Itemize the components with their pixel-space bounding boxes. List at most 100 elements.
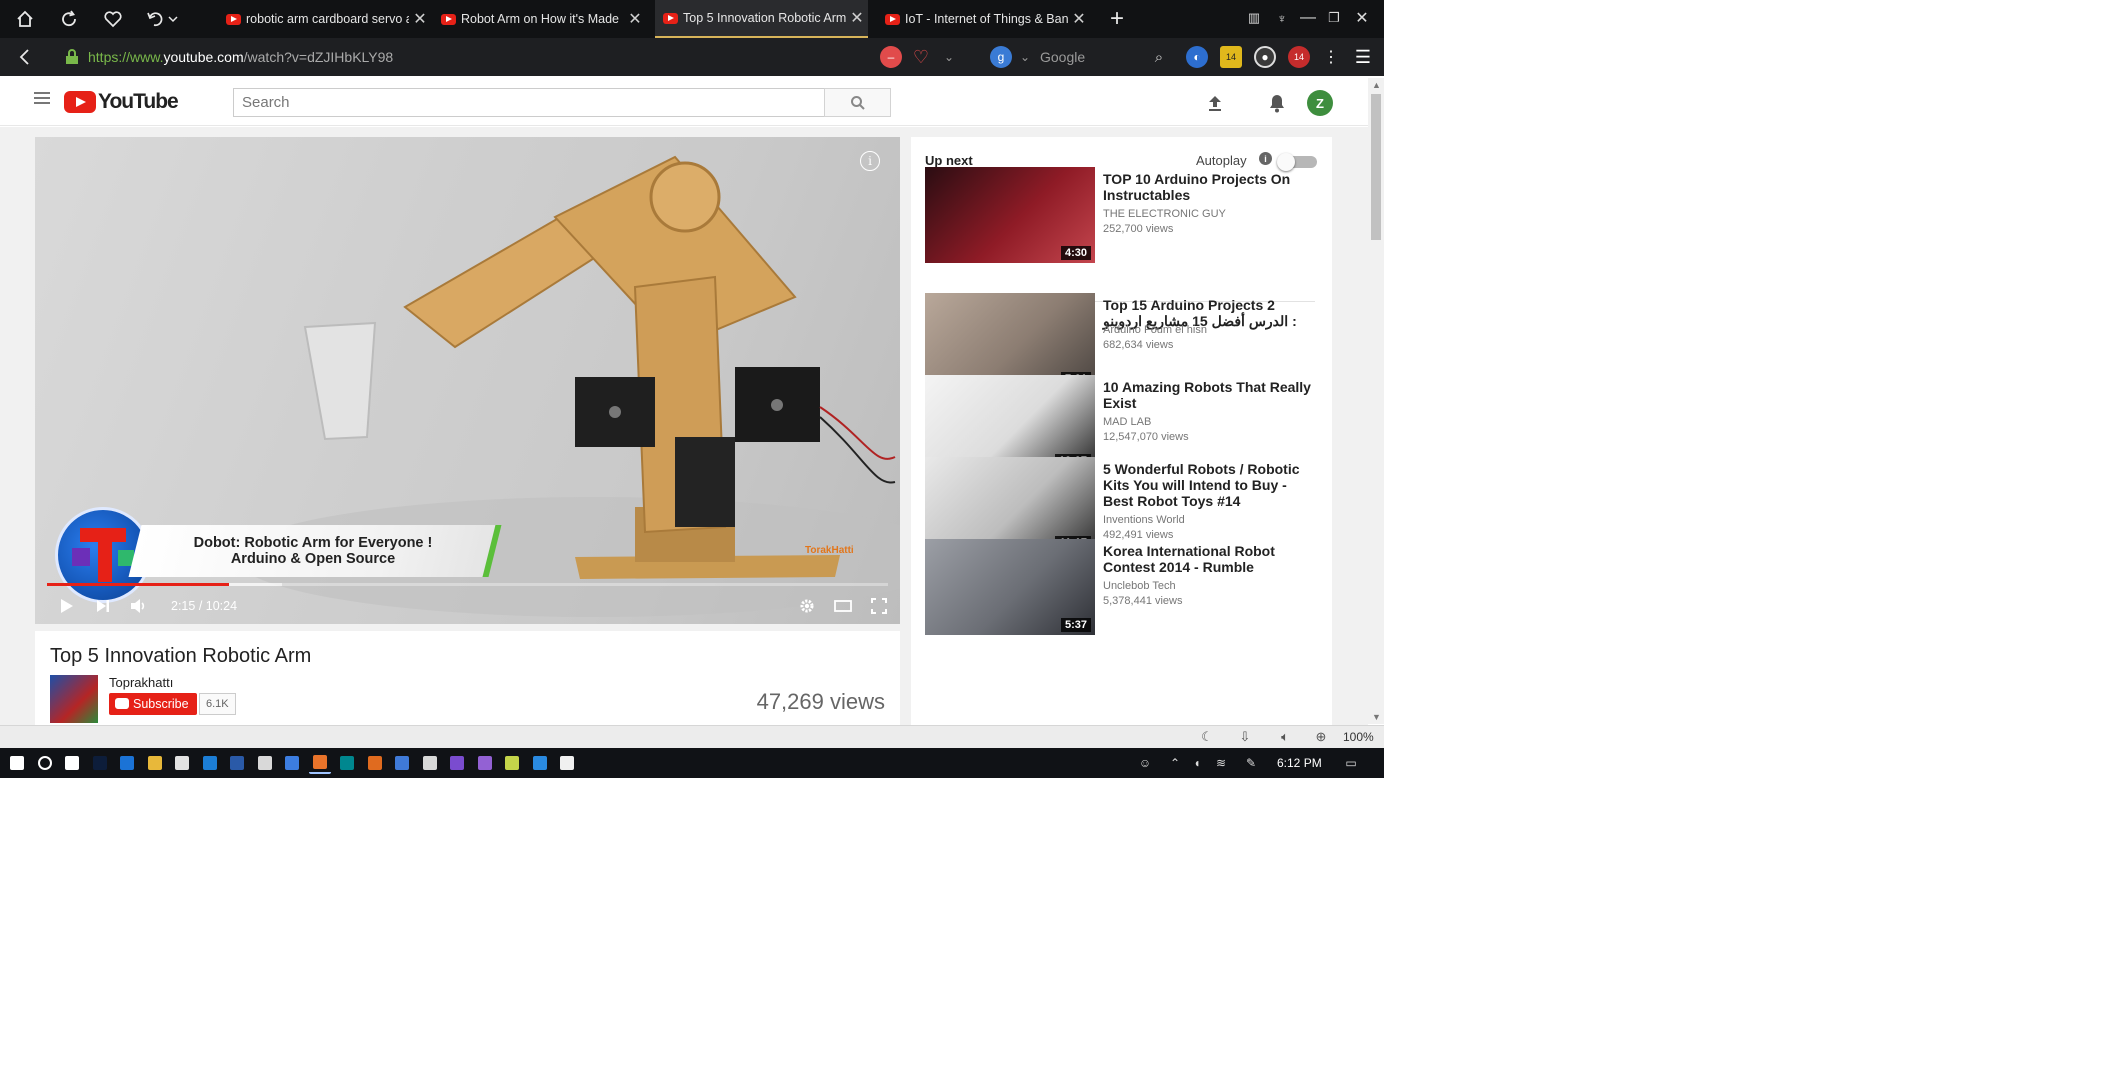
guide-menu-icon[interactable] [34,92,50,106]
close-window-icon[interactable]: ✕ [1348,4,1376,32]
zoom-icon[interactable]: ⊕ [1312,729,1330,745]
speaker-icon[interactable]: ◖ [1186,752,1208,774]
restore-icon[interactable]: ❐ [1320,4,1348,32]
page-scrollbar[interactable]: ▲ ▼ [1368,78,1384,724]
recommended-channel[interactable]: Inventions World [1103,514,1185,526]
taskbar-clock[interactable]: 6:12 PM [1277,756,1322,770]
recommended-video[interactable]: 4:30 TOP 10 Arduino Projects On Instructa… [925,167,1315,263]
notepad-icon[interactable] [501,752,523,774]
more-vertical-icon[interactable]: ⋮ [1320,46,1342,68]
chevron-down-icon[interactable]: ⌄ [938,46,960,68]
wifi-icon[interactable]: ≋ [1210,752,1232,774]
close-tab-icon[interactable]: ✕ [409,9,431,29]
undo-close-tab-icon[interactable] [144,6,180,32]
recommended-title[interactable]: Korea International Robot Contest 2014 -… [1103,543,1313,575]
close-tab-icon[interactable]: ✕ [846,8,868,28]
url-field[interactable]: https://www.youtube.com/watch?v=dZJIHbKL… [88,49,393,65]
channel-avatar[interactable] [50,675,98,723]
home-icon[interactable] [12,6,38,32]
action-center-icon[interactable]: ▭ [1340,752,1362,774]
download-icon[interactable]: ⇩ [1236,729,1254,745]
heart-bookmark-icon[interactable]: ♡ [910,46,932,68]
windows-start-icon[interactable] [6,752,28,774]
info-icon[interactable]: i [860,151,880,171]
chrome-icon[interactable] [171,752,193,774]
adblock-icon[interactable]: 14 [1288,46,1310,68]
chevron-up-icon[interactable]: ⌃ [1164,752,1186,774]
tab-top-5-innovation[interactable]: Top 5 Innovation Robotic Arm ✕ [655,0,868,38]
scroll-down-icon[interactable]: ▼ [1372,712,1381,722]
minimize-icon[interactable]: — [1294,4,1322,32]
new-tab-icon[interactable]: + [1104,5,1130,32]
block-icon[interactable]: – [880,46,902,68]
search-icon[interactable]: ⌕ [1148,46,1170,68]
extension-badge-icon[interactable]: 14 [1220,46,1242,68]
menu-icon[interactable]: ☰ [1352,46,1374,68]
notifications-bell-icon[interactable] [1266,92,1288,114]
settings-gear-icon[interactable] [795,595,819,617]
sound-icon[interactable]: 🔈︎ [1276,729,1294,745]
favorite-heart-icon[interactable] [100,6,126,32]
channel-name[interactable]: Toprakhattı [109,675,173,690]
night-mode-moon-icon[interactable]: ☾ [1198,729,1216,745]
extension-globe-icon[interactable]: ◐ [1186,46,1208,68]
info-icon[interactable]: i [1259,152,1272,165]
tab-robotic-arm-cardboard[interactable]: robotic arm cardboard servo a ✕ [218,0,431,38]
visual-studio-alt-icon[interactable] [474,752,496,774]
zoom-level[interactable]: 100% [1343,730,1374,744]
recommended-channel[interactable]: Arduino Foum el hisn [1103,324,1207,336]
close-tab-icon[interactable]: ✕ [1068,9,1090,29]
recommended-title[interactable]: 5 Wonderful Robots / Robotic Kits You wi… [1103,461,1313,509]
store-icon[interactable] [281,752,303,774]
people-icon[interactable]: ☺ [1134,752,1156,774]
3d-viewer-icon[interactable] [391,752,413,774]
edge-icon[interactable] [116,752,138,774]
video-thumbnail[interactable]: 5:37 [925,539,1095,635]
recommended-channel[interactable]: MAD LAB [1103,416,1151,428]
scroll-up-icon[interactable]: ▲ [1372,80,1381,90]
play-icon[interactable] [55,595,79,617]
video-player[interactable]: i Dobot: Robotic Arm for Everyone ! Ardu… [35,137,900,624]
search-input[interactable]: Search [233,88,825,117]
upload-icon[interactable] [1204,92,1226,114]
tab-iot[interactable]: IoT - Internet of Things & Ban ✕ [877,0,1090,38]
task-view-icon[interactable] [61,752,83,774]
file-explorer-icon[interactable] [144,752,166,774]
tab-stack-icon[interactable]: ▥ [1240,4,1268,32]
matlab-icon[interactable] [364,752,386,774]
screenshot-tool-icon[interactable] [199,752,221,774]
theater-mode-icon[interactable] [831,595,855,617]
next-video-icon[interactable] [91,595,115,617]
theme-icon[interactable]: ♆ [1268,4,1296,32]
youtube-logo[interactable]: YouTube [64,90,179,114]
reload-icon[interactable] [56,6,82,32]
back-arrow-icon[interactable] [12,44,38,70]
cortana-icon[interactable] [34,752,56,774]
vscode-icon[interactable] [529,752,551,774]
sticky-icon[interactable] [556,752,578,774]
powershell-icon[interactable] [226,752,248,774]
recommended-title[interactable]: 10 Amazing Robots That Really Exist [1103,379,1313,411]
visual-studio-icon[interactable] [446,752,468,774]
mail-icon[interactable] [254,752,276,774]
search-button[interactable] [824,88,891,117]
search-engine-field[interactable]: Google [990,45,1160,69]
browser-icon[interactable] [308,752,331,774]
recommended-channel[interactable]: Unclebob Tech [1103,580,1176,592]
photoshop-icon[interactable] [89,752,111,774]
recommended-channel[interactable]: THE ELECTRONIC GUY [1103,208,1226,220]
recommended-video[interactable]: 5:37 Korea International Robot Contest 20… [925,539,1315,635]
scrollbar-thumb[interactable] [1371,94,1381,240]
volume-icon[interactable] [127,595,151,617]
app-icon[interactable] [419,752,441,774]
pen-icon[interactable]: ✎ [1240,752,1262,774]
arduino-icon[interactable] [336,752,358,774]
subscribe-button[interactable]: Subscribe [109,693,197,715]
recommended-title[interactable]: TOP 10 Arduino Projects On Instructables [1103,171,1313,203]
avatar[interactable]: Z [1307,90,1333,116]
extension-circle-icon[interactable]: ● [1254,46,1276,68]
video-thumbnail[interactable]: 4:30 [925,167,1095,263]
seek-bar[interactable] [47,583,888,586]
close-tab-icon[interactable]: ✕ [624,9,646,29]
tab-robot-arm-how-its-made[interactable]: Robot Arm on How it's Made ✕ [433,0,646,38]
